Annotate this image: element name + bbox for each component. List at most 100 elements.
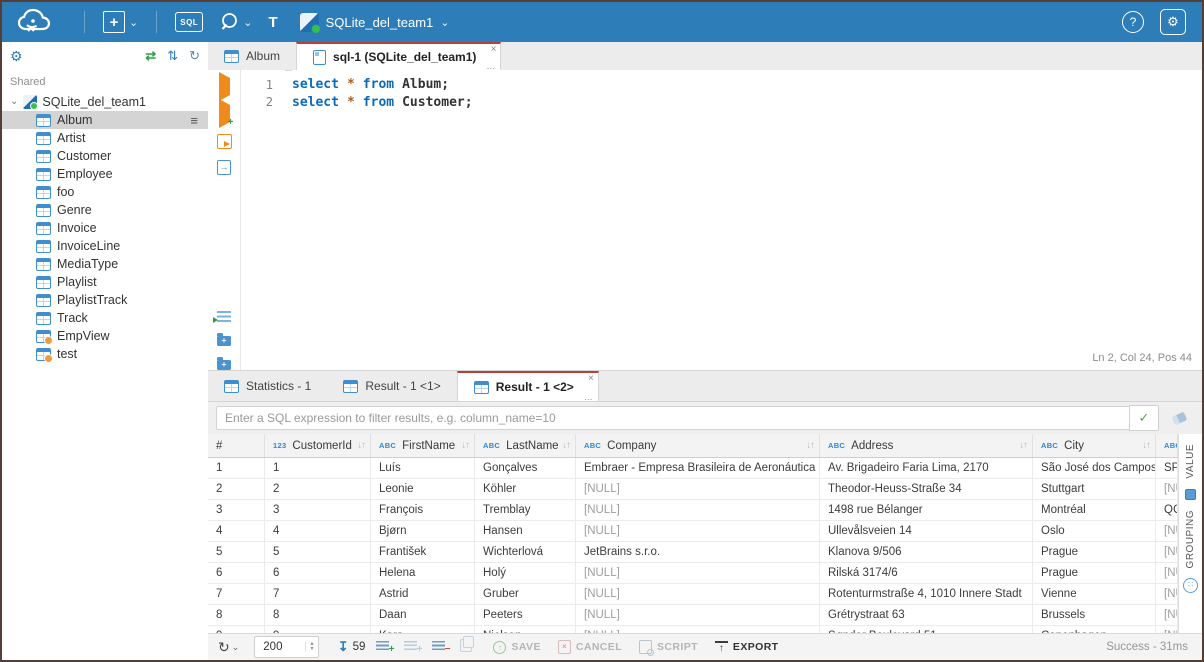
tab-value[interactable]: VALUE [1185,444,1196,479]
cell-clipped[interactable]: [NULL] [1156,479,1178,499]
cell-customerid[interactable]: 3 [265,500,371,520]
sidebar-item[interactable]: Customer ≡ [2,147,208,165]
column-header-firstname[interactable]: ABCFirstName↓↑ [371,434,475,457]
sidebar-item[interactable]: EmpView ≡ [2,327,208,345]
cell-firstname[interactable]: Luís [371,458,475,478]
more-icon[interactable]: … [584,392,593,402]
row-number-cell[interactable]: 6 [208,563,265,583]
cell-clipped[interactable]: [NULL] [1156,563,1178,583]
cell-lastname[interactable]: Gruber [475,584,576,604]
tab-album[interactable]: Album [208,42,296,70]
cell-address[interactable]: Klanova 9/506 [820,542,1033,562]
tab-sql-editor[interactable]: sql-1 (SQLite_del_team1) × … [296,42,501,70]
execute-query-button[interactable] [219,78,230,96]
sort-icon[interactable]: ↓↑ [1143,440,1151,451]
sidebar-item[interactable]: Playlist ≡ [2,273,208,291]
filter-input[interactable] [216,406,1129,430]
sidebar-item[interactable]: test ≡ [2,345,208,363]
cell-lastname[interactable]: Köhler [475,479,576,499]
sidebar-item[interactable]: Track ≡ [2,309,208,327]
tab-statistics[interactable]: Statistics - 1 [208,371,327,401]
cell-firstname[interactable]: Daan [371,605,475,625]
cell-lastname[interactable]: Gonçalves [475,458,576,478]
item-menu-icon[interactable]: ≡ [190,113,198,128]
cell-city[interactable]: Oslo [1033,521,1156,541]
connection-selector[interactable]: SQLite_del_team1 ⌄ [300,13,450,32]
cell-address[interactable]: Sønder Boulevard 51 [820,626,1033,633]
cell-city[interactable]: Brussels [1033,605,1156,625]
cell-clipped[interactable]: [NULL] [1156,605,1178,625]
cell-customerid[interactable]: 8 [265,605,371,625]
help-button[interactable]: ? [1122,11,1144,33]
close-icon[interactable]: × [588,373,594,384]
cell-address[interactable]: Rilská 3174/6 [820,563,1033,583]
execute-new-tab-button[interactable] [219,105,230,123]
delete-row-button[interactable] [428,641,449,653]
column-header-customerid[interactable]: 123CustomerId↓↑ [265,434,371,457]
add-row-button[interactable] [372,641,393,653]
cell-firstname[interactable]: František [371,542,475,562]
navigator-settings-icon[interactable]: ⚙ [10,48,23,65]
sidebar-item[interactable]: PlaylistTrack ≡ [2,291,208,309]
cancel-button[interactable]: × CANCEL [558,640,622,654]
cell-firstname[interactable]: Leonie [371,479,475,499]
cell-firstname[interactable]: François [371,500,475,520]
row-number-cell[interactable]: 1 [208,458,265,478]
column-header-address[interactable]: ABCAddress↓↑ [820,434,1033,457]
cell-firstname[interactable]: Astrid [371,584,475,604]
sql-code-area[interactable]: select*fromAlbum; select*fromCustomer; [292,70,1202,353]
column-header-lastname[interactable]: ABCLastName↓↑ [475,434,576,457]
cell-lastname[interactable]: Hansen [475,521,576,541]
cell-company[interactable]: [NULL] [576,584,820,604]
cell-address[interactable]: Ullevålsveien 14 [820,521,1033,541]
cell-address[interactable]: 1498 rue Bélanger [820,500,1033,520]
cell-customerid[interactable]: 5 [265,542,371,562]
export-button[interactable]: ↑ EXPORT [715,641,779,654]
row-number-cell[interactable]: 7 [208,584,265,604]
cell-clipped[interactable]: [NULL] [1156,542,1178,562]
row-number-cell[interactable]: 5 [208,542,265,562]
cell-company[interactable]: [NULL] [576,605,820,625]
cell-firstname[interactable]: Kara [371,626,475,633]
cell-customerid[interactable]: 1 [265,458,371,478]
sidebar-item[interactable]: Artist ≡ [2,129,208,147]
cell-clipped[interactable]: QC [1156,500,1178,520]
revert-button[interactable] [456,639,476,655]
save-file-button[interactable] [217,360,231,370]
format-button[interactable]: T [260,2,285,42]
cell-clipped[interactable]: [NULL] [1156,584,1178,604]
sort-icon[interactable]: ↓↑ [563,440,571,451]
cell-firstname[interactable]: Bjørn [371,521,475,541]
column-header-company[interactable]: ABCCompany↓↑ [576,434,820,457]
cell-city[interactable]: Montréal [1033,500,1156,520]
cell-address[interactable]: Rotenturmstraße 4, 1010 Innere Stadt [820,584,1033,604]
column-header-rownum[interactable]: # [208,434,265,457]
cell-customerid[interactable]: 4 [265,521,371,541]
cell-address[interactable]: Grétrystraat 63 [820,605,1033,625]
row-number-cell[interactable]: 8 [208,605,265,625]
settings-button[interactable]: ⚙ [1160,9,1186,35]
cell-company[interactable]: [NULL] [576,500,820,520]
sidebar-item[interactable]: Genre ≡ [2,201,208,219]
sidebar-item[interactable]: Employee ≡ [2,165,208,183]
cell-clipped[interactable]: [NULL] [1156,521,1178,541]
cell-city[interactable]: Prague [1033,563,1156,583]
execution-log-button[interactable] [217,311,231,322]
cell-address[interactable]: Theodor-Heuss-Straße 34 [820,479,1033,499]
cell-customerid[interactable]: 6 [265,563,371,583]
collapse-all-icon[interactable]: ⇅ [167,48,178,64]
tab-result-1[interactable]: Result - 1 <1> [327,371,456,401]
script-button[interactable]: SCRIPT [639,640,698,654]
cell-firstname[interactable]: Helena [371,563,475,583]
cell-company[interactable]: [NULL] [576,521,820,541]
tab-grouping[interactable]: GROUPING [1185,510,1196,568]
close-icon[interactable]: × [491,44,497,55]
cell-lastname[interactable]: Holý [475,563,576,583]
sidebar-item[interactable]: Invoice ≡ [2,219,208,237]
sort-icon[interactable]: ↓↑ [807,440,815,451]
sort-icon[interactable]: ↓↑ [358,440,366,451]
duplicate-row-button[interactable] [400,641,421,653]
cell-city[interactable]: Copenhagen [1033,626,1156,633]
sort-icon[interactable]: ↓↑ [1020,440,1028,451]
cell-lastname[interactable]: Tremblay [475,500,576,520]
